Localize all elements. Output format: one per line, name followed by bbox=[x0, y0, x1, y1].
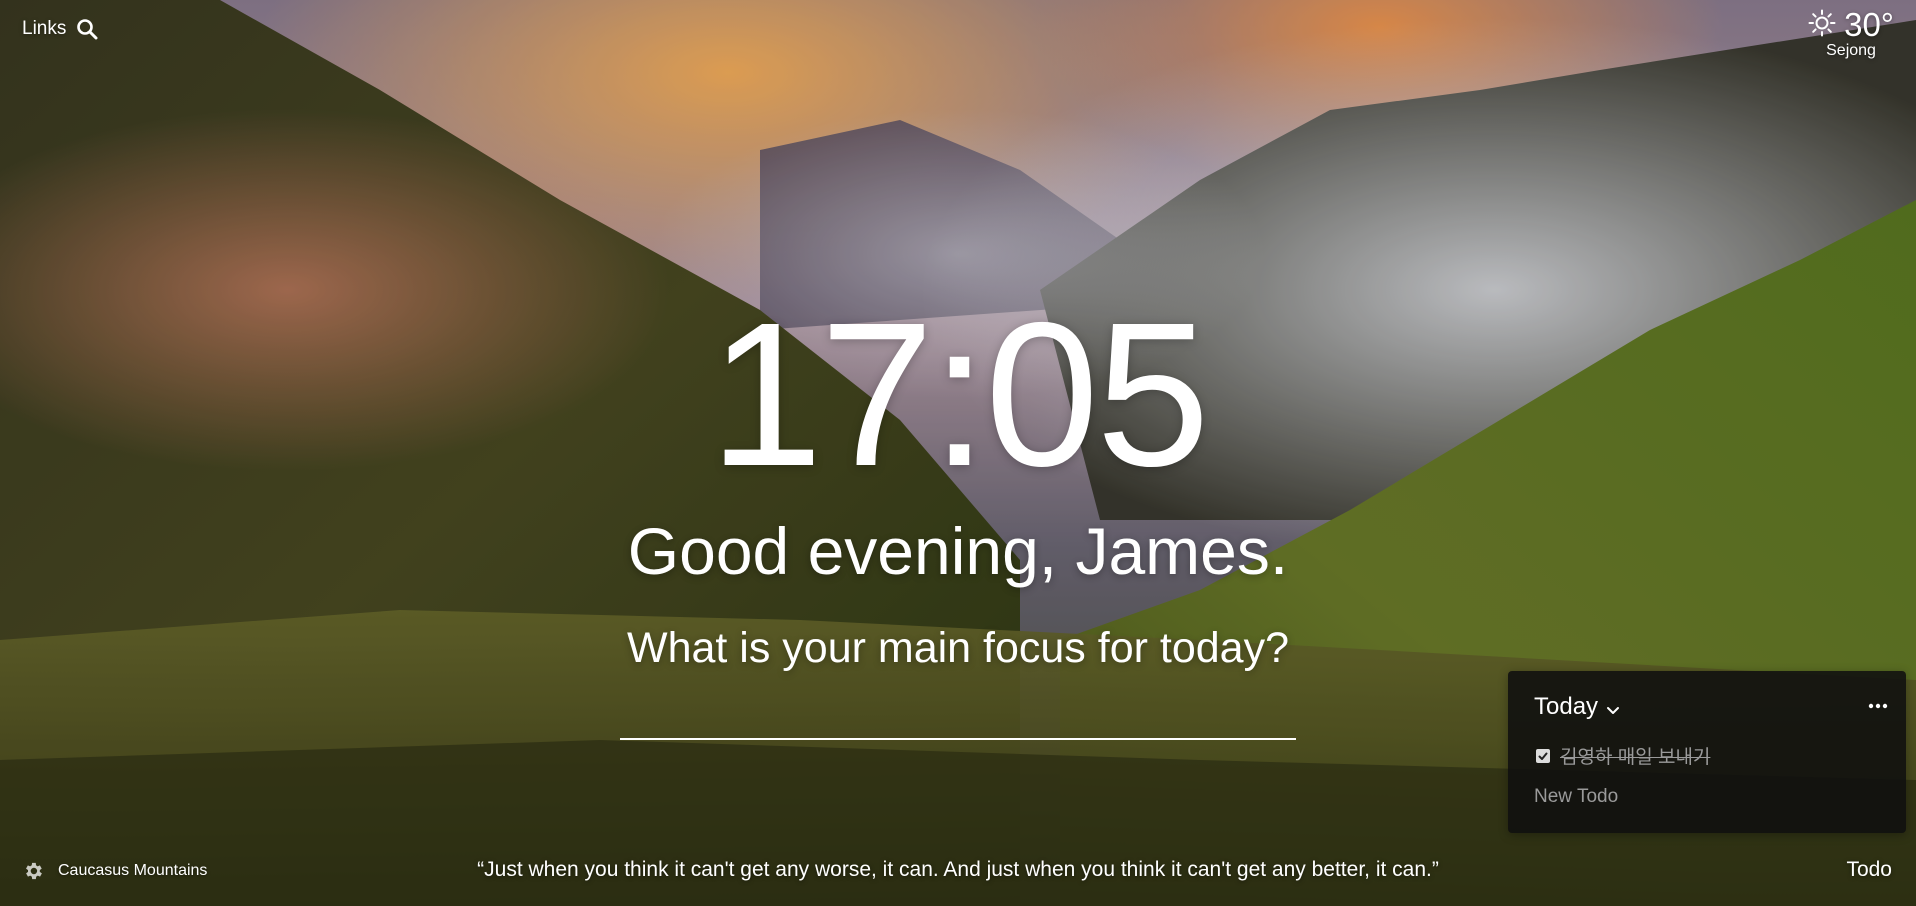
todo-list-name[interactable]: Today bbox=[1534, 693, 1598, 721]
new-todo-input[interactable]: New Todo bbox=[1534, 786, 1618, 808]
chevron-down-icon[interactable] bbox=[1604, 698, 1622, 716]
weather-widget[interactable]: 30° Sejong bbox=[1808, 6, 1894, 60]
todo-checkbox[interactable] bbox=[1536, 748, 1550, 763]
todo-list-selector[interactable]: Today bbox=[1534, 693, 1622, 721]
todo-panel: Today 김영하 매일 보내기 New Todo bbox=[1508, 671, 1906, 833]
daily-quote: “Just when you think it can't get any wo… bbox=[477, 858, 1439, 881]
focus-input[interactable] bbox=[620, 690, 1296, 740]
focus-question: What is your main focus for today? bbox=[626, 624, 1289, 672]
weather-location: Sejong bbox=[1826, 42, 1876, 59]
greeting: Good evening, James. bbox=[627, 514, 1289, 588]
links-label[interactable]: Links bbox=[22, 18, 66, 40]
search-icon[interactable] bbox=[76, 18, 98, 40]
links-menu[interactable]: Links bbox=[22, 18, 98, 40]
todo-toggle-button[interactable]: Todo bbox=[1846, 858, 1892, 882]
clock: 17:05 bbox=[708, 280, 1210, 509]
sun-icon bbox=[1808, 9, 1836, 42]
todo-item[interactable]: 김영하 매일 보내기 bbox=[1536, 742, 1710, 769]
todo-item-label: 김영하 매일 보내기 bbox=[1560, 747, 1711, 768]
temperature: 30° bbox=[1844, 6, 1894, 43]
more-options-icon[interactable] bbox=[1866, 697, 1890, 715]
